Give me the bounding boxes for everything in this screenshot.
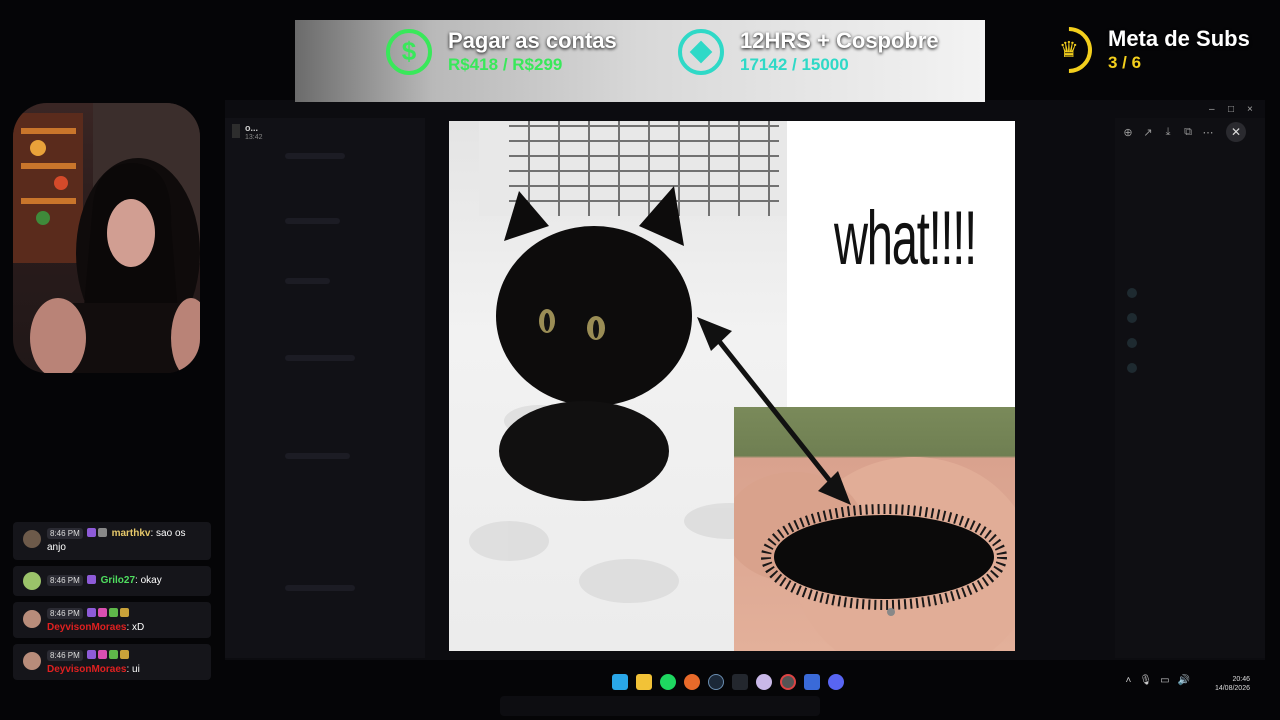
viewed-image: what!!!! <box>449 121 1015 651</box>
background-sidebar <box>225 118 425 658</box>
chat-username[interactable]: DeyvisonMoraes <box>47 622 126 633</box>
close-icon[interactable]: ✕ <box>1226 122 1246 142</box>
share-icon[interactable]: ↗ <box>1138 122 1158 142</box>
viewer-title: o... <box>245 123 258 133</box>
blur-dot <box>1127 338 1137 348</box>
blur-line <box>285 218 340 224</box>
chat-timestamp: 8:46 PM <box>47 650 83 661</box>
diamond-icon <box>678 28 724 75</box>
chat-timestamp: 8:46 PM <box>47 608 83 619</box>
chat-message: 8:46 PM marthkv: sao os anjo <box>13 522 211 560</box>
chat-message: 8:46 PM Grilo27: okay <box>13 566 211 596</box>
chat-timestamp: 8:46 PM <box>47 528 83 539</box>
windows-start-icon[interactable] <box>612 674 628 690</box>
terminal-icon[interactable] <box>732 674 748 690</box>
file-explorer-icon[interactable] <box>636 674 652 690</box>
taskbar-apps <box>612 674 844 690</box>
zoom-icon[interactable]: ⊕ <box>1118 122 1138 142</box>
heart-badge-icon <box>97 608 107 617</box>
goal-subs: ♛ Meta de Subs 3 / 6 <box>1036 16 1250 83</box>
discord-icon[interactable] <box>828 674 844 690</box>
chat-message: 8:46 PM DeyvisonMoraes: xD <box>13 602 211 638</box>
firefox-icon[interactable] <box>684 674 700 690</box>
blur-line <box>285 153 345 159</box>
gift-badge-icon <box>108 650 118 659</box>
sub-badge-icon <box>86 528 96 537</box>
blur-dot <box>1127 288 1137 298</box>
chat-text: : xD <box>126 622 145 633</box>
trophy-badge-icon <box>97 528 107 537</box>
goal-bills: $ Pagar as contas R$418 / R$299 <box>386 28 617 75</box>
blur-line <box>285 278 330 284</box>
viewer-toolbar: ⊕ ↗ ⤓ ⧉ ⋯ <box>1118 122 1218 142</box>
clock-date: 14/08/2026 <box>1214 685 1250 692</box>
blur-dot <box>1127 363 1137 373</box>
clock-time: 20:46 <box>1232 676 1250 683</box>
background-member-list <box>1115 118 1265 658</box>
chat-timestamp: 8:46 PM <box>47 575 83 586</box>
background-dock <box>500 696 820 716</box>
heart-badge-icon <box>97 650 107 659</box>
goal-title: Meta de Subs <box>1108 26 1250 51</box>
chevron-up-icon[interactable]: ˄ <box>1126 675 1132 686</box>
microphone-icon[interactable]: 🎙 <box>1139 675 1152 686</box>
crown-badge-icon <box>119 650 129 659</box>
volume-icon[interactable]: 🔊 <box>1178 675 1190 686</box>
chat-panel: 8:46 PM marthkv: sao os anjo 8:46 PM Gri… <box>13 522 211 686</box>
viewer-timestamp: 13:42 <box>245 134 263 141</box>
chat-username[interactable]: Grilo27 <box>101 575 135 586</box>
dollar-icon: $ <box>386 28 432 75</box>
download-icon[interactable]: ⤓ <box>1158 122 1178 142</box>
blur-line <box>285 585 355 591</box>
chrome-icon[interactable] <box>780 674 796 690</box>
blur-line <box>285 453 350 459</box>
arrow-icon <box>697 317 851 505</box>
goal-progress: 17142 / 15000 <box>740 55 849 74</box>
avatar <box>23 530 41 548</box>
crown-badge-icon <box>119 608 129 617</box>
goal-progress: 3 / 6 <box>1108 53 1142 72</box>
goal-subathon: 12HRS + Cospobre 17142 / 15000 <box>678 28 939 75</box>
steam-icon[interactable] <box>708 674 724 690</box>
more-icon[interactable]: ⋯ <box>1198 122 1218 142</box>
goal-progress: R$418 / R$299 <box>448 55 563 74</box>
avatar <box>23 572 41 590</box>
maximize-button[interactable]: □ <box>1228 104 1234 115</box>
spotify-icon[interactable] <box>660 674 676 690</box>
open-external-icon[interactable]: ⧉ <box>1178 122 1198 142</box>
gift-badge-icon <box>108 608 118 617</box>
webcam-feed <box>13 103 200 373</box>
vpn-icon[interactable] <box>804 674 820 690</box>
blur-dot <box>1127 313 1137 323</box>
goal-title: 12HRS + Cospobre <box>740 28 939 53</box>
blur-line <box>285 355 355 361</box>
sub-badge-icon <box>86 575 96 584</box>
chat-text: : okay <box>135 575 162 586</box>
window-close-button[interactable]: × <box>1247 104 1253 115</box>
sub-badge-icon <box>86 608 96 617</box>
sender-avatar <box>232 124 240 138</box>
obs-icon[interactable] <box>756 674 772 690</box>
chat-username[interactable]: marthkv <box>112 528 151 539</box>
sub-badge-icon <box>86 650 96 659</box>
system-clock[interactable]: 20:46 14/08/2026 <box>1208 675 1250 693</box>
display-icon[interactable]: ▭ <box>1160 675 1169 686</box>
system-tray: ˄ 🎙 ▭ 🔊 <box>1126 675 1190 686</box>
avatar <box>23 610 41 628</box>
goal-title: Pagar as contas <box>448 28 617 53</box>
minimize-button[interactable]: – <box>1209 104 1215 115</box>
crown-icon: ♛ <box>1036 16 1102 83</box>
streamer-image <box>13 103 200 373</box>
